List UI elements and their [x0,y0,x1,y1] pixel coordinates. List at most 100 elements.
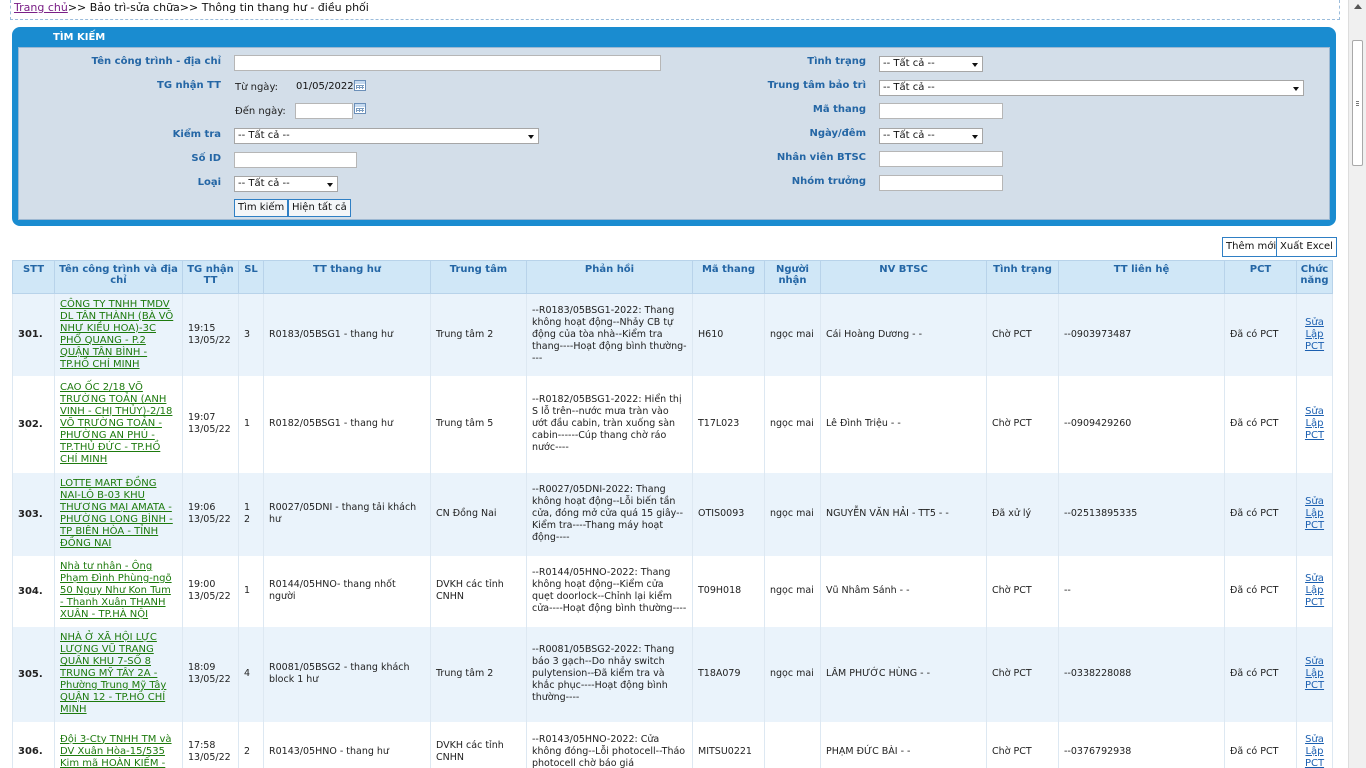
create-link[interactable]: Lập [1302,585,1327,597]
type-select[interactable]: -- Tất cả -- [234,176,338,192]
pct-link[interactable]: PCT [1302,680,1327,692]
breadcrumb: Trang chủ>> Bảo trì-sửa chữa>> Thông tin… [10,0,1340,20]
from-date-input[interactable]: 01/05/2022 [296,81,354,92]
add-new-button[interactable]: Thêm mới [1222,237,1281,257]
col-header: TG nhận TT [182,260,239,294]
search-button[interactable]: Tìm kiếm [234,199,289,217]
cell-contact: -- [1058,555,1225,627]
cell-center: Trung tâm 2 [430,293,527,376]
pct-link[interactable]: PCT [1302,430,1327,442]
col-header: TT thang hư [263,260,431,294]
to-date-input[interactable] [295,103,353,119]
export-excel-button[interactable]: Xuất Excel [1276,237,1337,257]
edit-link[interactable]: Sửa [1302,406,1327,418]
cell-actions: Sửa Lập PCT [1296,555,1333,627]
daynight-select-value: -- Tất cả -- [883,130,935,141]
pct-link[interactable]: PCT [1302,520,1327,532]
project-link[interactable]: NHÀ Ở XÃ HỘI LỰC LƯỢNG VŨ TRANG QUÂN KHU… [60,632,166,715]
calendar-icon[interactable] [354,80,366,91]
cell-status: Chờ PCT [986,293,1059,376]
center-label: Trung tâm bảo trì [767,80,866,91]
cell-feedback: --R0081/05BSG2-2022: Thang báo 3 gạch--D… [526,626,693,722]
pct-link[interactable]: PCT [1302,341,1327,353]
create-link[interactable]: Lập [1302,418,1327,430]
show-all-button[interactable]: Hiện tất cả [288,199,351,217]
cell-stt: 306. [12,721,55,768]
status-label: Tình trạng [807,56,866,67]
center-select[interactable]: -- Tất cả -- [879,80,1304,96]
cell-staff: Cái Hoàng Dương - - [820,293,987,376]
create-link[interactable]: Lập [1302,668,1327,680]
pct-link[interactable]: PCT [1302,758,1327,768]
daynight-select[interactable]: -- Tất cả -- [879,128,983,144]
cell-sl: 4 [238,626,264,722]
edit-link[interactable]: Sửa [1302,573,1327,585]
status-select[interactable]: -- Tất cả -- [879,56,983,72]
cell-contact: --0903973487 [1058,293,1225,376]
col-header: Chức năng [1296,260,1333,294]
id-input[interactable] [234,152,357,168]
project-input[interactable] [234,55,661,71]
col-header: STT [12,260,55,294]
cell-time: 19:15 13/05/22 [182,293,239,376]
table-row: 306. Đội 3-Cty TNHH TM và DV Xuân Hòa-15/… [12,721,1333,768]
cell-status: Chờ PCT [986,721,1059,768]
cell-time: 19:06 13/05/22 [182,472,239,556]
cell-code: OTIS0093 [692,472,765,556]
project-link[interactable]: CÔNG TY TNHH TMDV DL TÂN THÀNH (BÀ VÕ NH… [60,299,173,370]
edit-link[interactable]: Sửa [1302,496,1327,508]
cell-code: MITSU0221 [692,721,765,768]
cell-status: Đã xử lý [986,472,1059,556]
create-link[interactable]: Lập [1302,746,1327,758]
cell-name: CAO ỐC 2/18 VÕ TRƯỜNG TOẢN (ANH VINH - C… [54,375,183,473]
type-label: Loại [197,177,221,188]
staff-label: Nhân viên BTSC [776,152,866,163]
cell-feedback: --R0144/05HNO-2022: Thang không hoạt độn… [526,555,693,627]
cell-feedback: --R0143/05HNO-2022: Cửa không đóng--Lỗi … [526,721,693,768]
from-date-label: Từ ngày: [235,82,278,93]
cell-contact: --0338228088 [1058,626,1225,722]
cell-receiver: ngọc mai [764,555,821,627]
cell-receiver: ngọc mai [764,472,821,556]
search-title: TÌM KIẾM [53,32,106,43]
received-label: TG nhận TT [157,80,221,91]
vertical-scrollbar[interactable] [1348,0,1366,768]
edit-link[interactable]: Sửa [1302,317,1327,329]
cell-sl: 1 [238,555,264,627]
leader-input[interactable] [879,175,1003,191]
pct-link[interactable]: PCT [1302,597,1327,609]
check-select[interactable]: -- Tất cả -- [234,128,539,144]
scroll-up-icon[interactable] [1354,4,1362,9]
project-link[interactable]: Đội 3-Cty TNHH TM và DV Xuân Hòa-15/535 … [60,734,172,768]
project-link[interactable]: LOTTE MART ĐỒNG NAI-LÔ B-03 KHU THƯƠNG M… [60,478,173,549]
col-header: Tình trạng [986,260,1059,294]
calendar-icon[interactable] [354,103,366,114]
cell-status: Chờ PCT [986,555,1059,627]
create-link[interactable]: Lập [1302,508,1327,520]
project-link[interactable]: Nhà tư nhân - Ông Phạm Đình Phùng-ngõ 50… [60,561,172,620]
cell-stt: 301. [12,293,55,376]
cell-center: CN Đồng Nai [430,472,527,556]
col-header: TT liên hệ [1058,260,1225,294]
col-header: Phản hồi [526,260,693,294]
project-link[interactable]: CAO ỐC 2/18 VÕ TRƯỜNG TOẢN (ANH VINH - C… [60,382,172,465]
chevron-down-icon [1293,87,1299,91]
code-input[interactable] [879,103,1003,119]
cell-tt: R0081/05BSG2 - thang khách block 1 hư [263,626,431,722]
leader-label: Nhóm trưởng [791,176,866,187]
cell-receiver: ngọc mai [764,626,821,722]
cell-staff: Vũ Nhâm Sánh - - [820,555,987,627]
cell-status: Chờ PCT [986,375,1059,473]
scrollbar-thumb[interactable] [1352,40,1363,166]
cell-sl: 3 [238,293,264,376]
cell-tt: R0027/05DNI - thang tải khách hư [263,472,431,556]
id-label: Số ID [191,153,221,164]
status-select-value: -- Tất cả -- [883,58,935,69]
staff-input[interactable] [879,151,1003,167]
create-link[interactable]: Lập [1302,329,1327,341]
edit-link[interactable]: Sửa [1302,734,1327,746]
cell-actions: Sửa Lập PCT [1296,472,1333,556]
edit-link[interactable]: Sửa [1302,656,1327,668]
table-header-row: STT Tên công trình và địa chỉ TG nhận TT… [12,260,1333,294]
breadcrumb-home-link[interactable]: Trang chủ [14,1,68,14]
